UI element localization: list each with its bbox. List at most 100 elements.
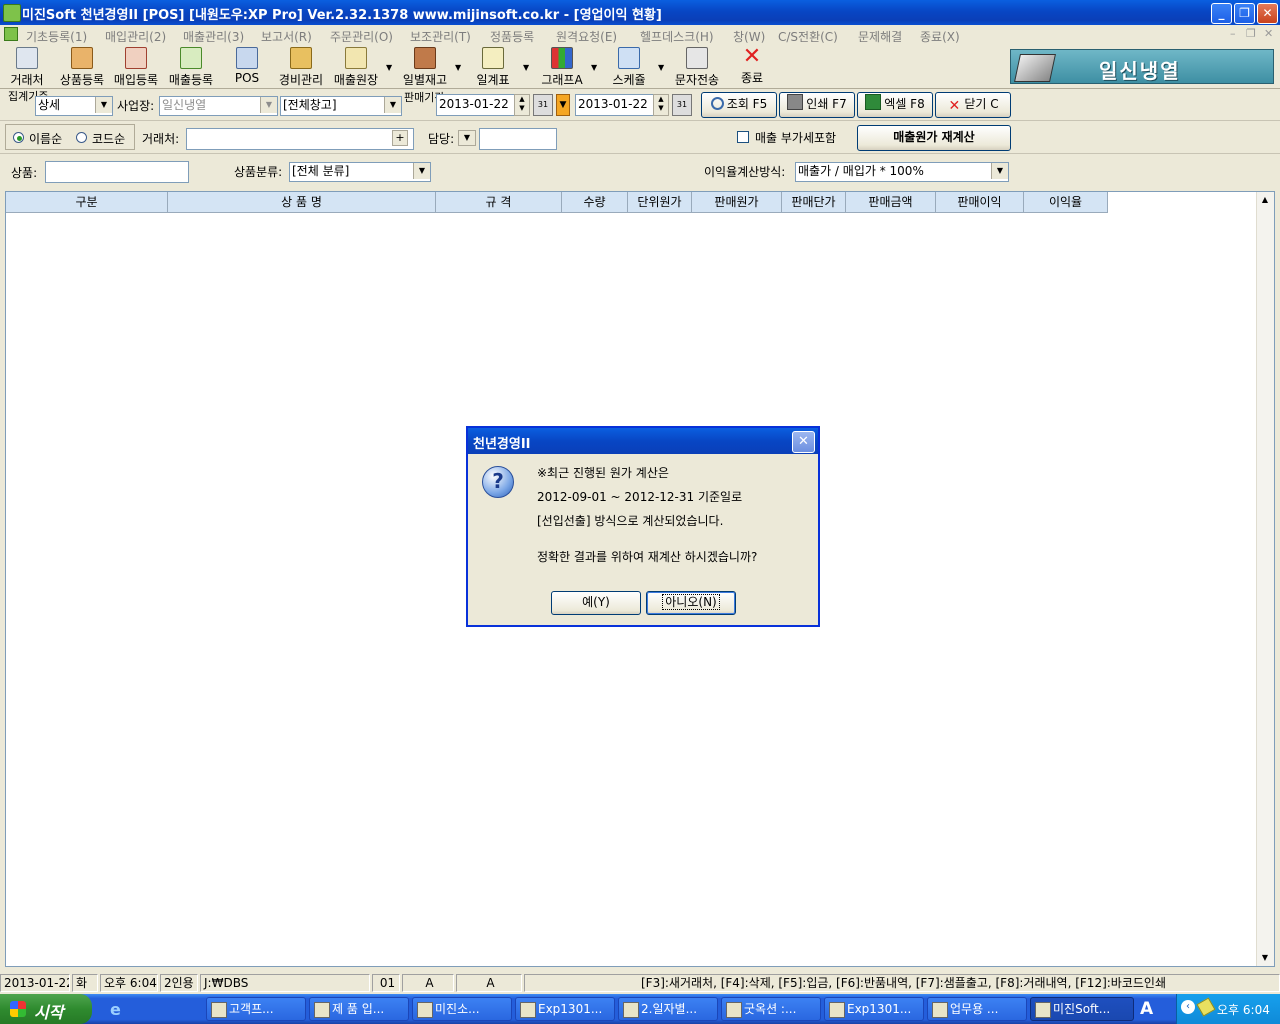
sales-ledger-dropdown-icon[interactable]: ▼ — [386, 63, 392, 72]
tool-pos[interactable]: POS — [233, 47, 261, 85]
menu-remote[interactable]: 원격요청(E) — [556, 28, 617, 45]
partner-lookup-button[interactable]: + — [392, 130, 408, 146]
warehouse-select[interactable]: [전체창고] ▼ — [280, 96, 402, 116]
tool-purchase-register[interactable]: 매입등록 — [112, 47, 160, 88]
restore-button[interactable]: ❐ — [1234, 3, 1255, 24]
tool-exit[interactable]: ✕ 종료 — [738, 46, 766, 86]
close-button[interactable]: ✕ 닫기 C — [935, 92, 1011, 118]
column-header[interactable]: 판매이익 — [936, 192, 1024, 213]
calendar-icon[interactable]: 31 — [672, 94, 692, 116]
menu-basic[interactable]: 기초등록(1) — [26, 28, 87, 45]
ie-quicklaunch-icon[interactable]: e — [110, 1000, 128, 1019]
column-header[interactable]: 상 품 명 — [168, 192, 436, 213]
taskbar-item[interactable]: 미진소... — [412, 997, 512, 1021]
chevron-down-icon[interactable]: ▼ — [991, 163, 1008, 179]
sort-name-radio[interactable] — [13, 132, 24, 143]
taskbar-item[interactable]: Exp1301... — [824, 997, 924, 1021]
tool-partner[interactable]: 거래처 — [8, 47, 46, 88]
menu-order[interactable]: 주문관리(O) — [330, 28, 393, 45]
menu-aux[interactable]: 보조관리(T) — [410, 28, 471, 45]
start-button[interactable]: 시작 — [0, 994, 92, 1024]
category-select[interactable]: [전체 분류] ▼ — [289, 162, 431, 182]
tool-schedule[interactable]: 스케쥴 — [609, 47, 649, 88]
window-title-bar[interactable]: 미진Soft 천년경영II [POS] [내원도우:XP Pro] Ver.2.… — [0, 0, 1280, 25]
sort-code-radio[interactable] — [76, 132, 87, 143]
column-header[interactable]: 단위원가 — [628, 192, 692, 213]
menu-exit[interactable]: 종료(X) — [920, 28, 960, 45]
tool-daily-report[interactable]: 일계표 — [474, 47, 512, 88]
tool-sales-register[interactable]: 매출등록 — [167, 47, 215, 88]
daily-report-dropdown-icon[interactable]: ▼ — [523, 63, 529, 72]
menu-report[interactable]: 보고서(R) — [261, 28, 312, 45]
mdi-minimize-icon[interactable]: – — [1230, 27, 1236, 40]
menu-purchase[interactable]: 매입관리(2) — [105, 28, 166, 45]
yes-button[interactable]: 예(Y) — [551, 591, 641, 615]
dialog-message-line: 정확한 결과를 위하여 재계산 하시겠습니까? — [537, 550, 758, 564]
tool-product-register[interactable]: 상품등록 — [58, 47, 106, 88]
scroll-down-icon[interactable]: ▼ — [1257, 950, 1273, 966]
column-header[interactable]: 구분 — [6, 192, 168, 213]
menu-cs[interactable]: C/S전환(C) — [778, 28, 838, 45]
tray-arrow-icon[interactable]: ‹ — [1181, 1000, 1195, 1014]
taskbar-item[interactable]: Exp1301... — [515, 997, 615, 1021]
date-from-input[interactable]: 2013-01-22 — [436, 94, 518, 116]
product-input[interactable] — [45, 161, 189, 183]
tool-expense[interactable]: 경비관리 — [277, 47, 325, 88]
taskbar-item[interactable]: 굿옥션 :... — [721, 997, 821, 1021]
scroll-up-icon[interactable]: ▲ — [1257, 192, 1273, 208]
minimize-button[interactable]: _ — [1211, 3, 1232, 24]
dialog-title-bar[interactable]: 천년경영II ✕ — [468, 428, 818, 454]
ratio-method-select[interactable]: 매출가 / 매입가 * 100% ▼ — [795, 162, 1009, 182]
close-window-button[interactable]: ✕ — [1257, 3, 1278, 24]
chevron-down-icon[interactable]: ▼ — [384, 97, 401, 113]
column-header[interactable]: 판매금액 — [846, 192, 936, 213]
print-button[interactable]: 인쇄 F7 — [779, 92, 855, 118]
calendar-icon[interactable]: 31 — [533, 94, 553, 116]
no-button[interactable]: 아니오(N) — [646, 591, 736, 615]
chevron-down-icon[interactable]: ▼ — [458, 130, 476, 146]
date-to-input[interactable]: 2013-01-22 — [575, 94, 657, 116]
graph-dropdown-icon[interactable]: ▼ — [591, 63, 597, 72]
group-by-select[interactable]: 상세 ▼ — [35, 96, 113, 116]
manager-input[interactable] — [479, 128, 557, 150]
mdi-restore-icon[interactable]: ❐ — [1246, 27, 1256, 40]
column-header[interactable]: 판매단가 — [782, 192, 846, 213]
mdi-close-icon[interactable]: ✕ — [1264, 27, 1273, 40]
menu-window[interactable]: 창(W) — [733, 28, 765, 45]
vat-include-checkbox[interactable] — [737, 131, 749, 143]
recalc-cost-button[interactable]: 매출원가 재계산 — [857, 125, 1011, 151]
tool-daily-stock[interactable]: 일별재고 — [400, 47, 450, 88]
ime-icon[interactable]: A — [1140, 999, 1160, 1019]
taskbar-item[interactable]: 2.일자별... — [618, 997, 718, 1021]
taskbar-item[interactable]: 업무용 ... — [927, 997, 1027, 1021]
tool-sms[interactable]: 문자전송 — [672, 47, 722, 88]
date-from-spinner[interactable]: ▲ ▼ — [514, 94, 530, 116]
vertical-scrollbar[interactable]: ▲ ▼ — [1256, 192, 1274, 966]
column-header[interactable]: 이익율 — [1024, 192, 1108, 213]
excel-button[interactable]: 엑셀 F8 — [857, 92, 933, 118]
column-header[interactable]: 규 격 — [436, 192, 562, 213]
chevron-down-icon[interactable]: ▼ — [95, 97, 112, 113]
menu-troubleshoot[interactable]: 문제해결 — [858, 28, 902, 45]
search-button[interactable]: 조회 F5 — [701, 92, 777, 118]
chevron-down-icon[interactable]: ▼ — [413, 163, 430, 179]
taskbar-item-active[interactable]: 미진Soft... — [1030, 997, 1134, 1021]
menu-license[interactable]: 정품등록 — [490, 28, 534, 45]
column-header[interactable]: 수량 — [562, 192, 628, 213]
partner-input[interactable] — [186, 128, 414, 150]
taskbar-item[interactable]: 고객프... — [206, 997, 306, 1021]
daily-stock-dropdown-icon[interactable]: ▼ — [455, 63, 461, 72]
menu-helpdesk[interactable]: 헬프데스크(H) — [640, 28, 714, 45]
tool-sales-ledger[interactable]: 매출원장 — [332, 47, 380, 88]
schedule-dropdown-icon[interactable]: ▼ — [658, 63, 664, 72]
taskbar-item[interactable]: 제 품 입... — [309, 997, 409, 1021]
date-range-toggle-icon[interactable]: ▼ — [556, 94, 570, 116]
tool-graph[interactable]: 그래프A — [539, 47, 585, 88]
chevron-down-icon[interactable]: ▼ — [260, 97, 277, 113]
menu-sales[interactable]: 매출관리(3) — [183, 28, 244, 45]
tray-tool-icon[interactable] — [1196, 997, 1216, 1017]
dialog-close-icon[interactable]: ✕ — [792, 431, 815, 453]
column-header[interactable]: 판매원가 — [692, 192, 782, 213]
site-select[interactable]: 일신냉열 ▼ — [159, 96, 278, 116]
date-to-spinner[interactable]: ▲ ▼ — [653, 94, 669, 116]
